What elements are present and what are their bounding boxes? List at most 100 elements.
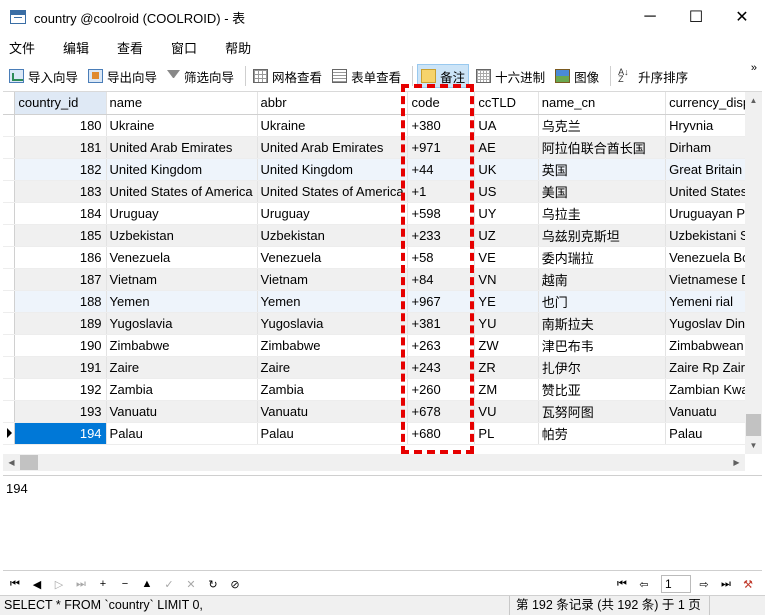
table-row[interactable]: 185 Uzbekistan Uzbekistan +233 UZ 乌兹别克斯坦 Uzbek… (3, 224, 762, 247)
first-page-icon[interactable]: ⏮ (613, 575, 631, 593)
row-indicator[interactable] (3, 246, 16, 269)
cell-code[interactable]: +58 (407, 246, 476, 269)
last-record-icon[interactable]: ⏭ (72, 575, 90, 593)
table-row[interactable]: 190 Zimbabwe Zimbabwe +263 ZW 津巴布韦 Zimbabwean (3, 334, 762, 357)
cell-abbr[interactable]: Ukraine (257, 114, 409, 137)
memo-button[interactable]: 备注 (417, 64, 470, 88)
cell-cctld[interactable]: YU (474, 312, 539, 335)
column-header-abbr[interactable]: abbr (257, 92, 409, 115)
table-row[interactable]: 182 United Kingdom United Kingdom +44 UK 英国 Gr… (3, 158, 762, 181)
cell-country-id[interactable]: 185 (14, 224, 107, 247)
table-row[interactable]: 189 Yugoslavia Yugoslavia +381 YU 南斯拉夫 Yugosla… (3, 312, 762, 335)
cell-name-cn[interactable]: 赞比亚 (538, 378, 667, 401)
cell-code[interactable]: +263 (407, 334, 476, 357)
cell-cctld[interactable]: ZW (474, 334, 539, 357)
cell-cctld[interactable]: PL (474, 422, 539, 445)
cell-country-id[interactable]: 190 (14, 334, 107, 357)
cell-name-cn[interactable]: 美国 (538, 180, 667, 203)
cell-cctld[interactable]: YE (474, 290, 539, 313)
cell-country-id[interactable]: 191 (14, 356, 107, 379)
row-indicator[interactable] (3, 356, 16, 379)
cell-country-id[interactable]: 184 (14, 202, 107, 225)
cell-cctld[interactable]: AE (474, 136, 539, 159)
cell-cctld[interactable]: ZM (474, 378, 539, 401)
cell-code[interactable]: +243 (407, 356, 476, 379)
menu-file[interactable]: 文件 (0, 38, 44, 57)
cell-country-id[interactable]: 183 (14, 180, 107, 203)
cell-code[interactable]: +260 (407, 378, 476, 401)
scroll-up-arrow-icon[interactable]: ▲ (745, 92, 762, 109)
row-indicator[interactable] (3, 114, 16, 137)
scroll-right-arrow-icon[interactable]: ▶ (728, 454, 745, 471)
cell-name[interactable]: Ukraine (106, 114, 258, 137)
cell-name-cn[interactable]: 南斯拉夫 (538, 312, 667, 335)
form-view-button[interactable]: 表单查看 (329, 64, 404, 88)
cell-name-cn[interactable]: 津巴布韦 (538, 334, 667, 357)
cell-abbr[interactable]: United Arab Emirates (257, 136, 409, 159)
table-row[interactable]: 192 Zambia Zambia +260 ZM 赞比亚 Zambian Kwa (3, 378, 762, 401)
cell-name[interactable]: Uruguay (106, 202, 258, 225)
page-settings-icon[interactable]: ⚒ (739, 575, 757, 593)
close-button[interactable]: ✕ (719, 0, 765, 34)
cell-cctld[interactable]: UY (474, 202, 539, 225)
stop-icon[interactable]: ⊘ (226, 575, 244, 593)
cell-country-id[interactable]: 193 (14, 400, 107, 423)
table-row[interactable]: 181 United Arab Emirates United Arab Emira… (3, 136, 762, 159)
cell-abbr[interactable]: Zimbabwe (257, 334, 409, 357)
cell-code[interactable]: +967 (407, 290, 476, 313)
table-row[interactable]: 183 United States of America United States… (3, 180, 762, 203)
cell-name[interactable]: Zambia (106, 378, 258, 401)
column-header-code[interactable]: code (407, 92, 476, 115)
image-button[interactable]: 图像 (552, 64, 602, 88)
row-indicator[interactable] (3, 422, 16, 445)
cell-country-id[interactable]: 180 (14, 114, 107, 137)
table-row[interactable]: 191 Zaire Zaire +243 ZR 扎伊尔 Zaire Rp Zair (3, 356, 762, 379)
cell-name-cn[interactable]: 乌拉圭 (538, 202, 667, 225)
table-row[interactable]: 184 Uruguay Uruguay +598 UY 乌拉圭 Uruguayan Pe (3, 202, 762, 225)
page-number-input[interactable]: 1 (661, 575, 691, 593)
cell-abbr[interactable]: United States of America (257, 180, 409, 203)
move-up-icon[interactable]: ▲ (138, 575, 156, 593)
column-header-cctld[interactable]: ccTLD (474, 92, 539, 115)
cell-name-cn[interactable]: 也门 (538, 290, 667, 313)
cell-country-id[interactable]: 192 (14, 378, 107, 401)
row-indicator[interactable] (3, 224, 16, 247)
menu-window[interactable]: 窗口 (162, 38, 206, 57)
cell-name[interactable]: United Kingdom (106, 158, 258, 181)
table-row[interactable]: 180 Ukraine Ukraine +380 UA 乌克兰 Hryvnia (3, 114, 762, 137)
horizontal-scrollbar[interactable]: ◀ ▶ (3, 454, 745, 471)
cell-name[interactable]: Vanuatu (106, 400, 258, 423)
cell-code[interactable]: +233 (407, 224, 476, 247)
previous-record-icon[interactable]: ◀ (28, 575, 46, 593)
cell-code[interactable]: +381 (407, 312, 476, 335)
last-page-icon[interactable]: ⏭ (717, 575, 735, 593)
table-row[interactable]: 194 Palau Palau +680 PL 帕劳 Palau (3, 422, 762, 445)
add-record-icon[interactable]: + (94, 575, 112, 593)
cell-name-cn[interactable]: 扎伊尔 (538, 356, 667, 379)
vertical-scroll-thumb[interactable] (746, 414, 761, 436)
row-indicator[interactable] (3, 400, 16, 423)
cell-abbr[interactable]: Uzbekistan (257, 224, 409, 247)
horizontal-scroll-thumb[interactable] (20, 455, 38, 470)
cell-name[interactable]: Palau (106, 422, 258, 445)
cell-name[interactable]: Yugoslavia (106, 312, 258, 335)
toolbar-overflow-chevron-icon[interactable]: » (751, 62, 757, 74)
row-indicator[interactable] (3, 158, 16, 181)
column-header-name[interactable]: name (106, 92, 258, 115)
cell-name[interactable]: Zimbabwe (106, 334, 258, 357)
row-indicator[interactable] (3, 202, 16, 225)
row-indicator[interactable] (3, 268, 16, 291)
previous-page-icon[interactable]: ⇦ (635, 575, 653, 593)
cell-code[interactable]: +680 (407, 422, 476, 445)
cell-abbr[interactable]: Venezuela (257, 246, 409, 269)
cell-name-cn[interactable]: 帕劳 (538, 422, 667, 445)
import-wizard-button[interactable]: 导入向导 (6, 64, 81, 88)
cell-abbr[interactable]: Palau (257, 422, 409, 445)
cell-name[interactable]: Vietnam (106, 268, 258, 291)
memo-panel[interactable]: 194 (3, 475, 762, 571)
hex-button[interactable]: 十六进制 (473, 64, 548, 88)
row-indicator[interactable] (3, 290, 16, 313)
table-row[interactable]: 187 Vietnam Vietnam +84 VN 越南 Vietnamese D (3, 268, 762, 291)
cell-country-id[interactable]: 181 (14, 136, 107, 159)
cancel-changes-icon[interactable]: ✕ (182, 575, 200, 593)
